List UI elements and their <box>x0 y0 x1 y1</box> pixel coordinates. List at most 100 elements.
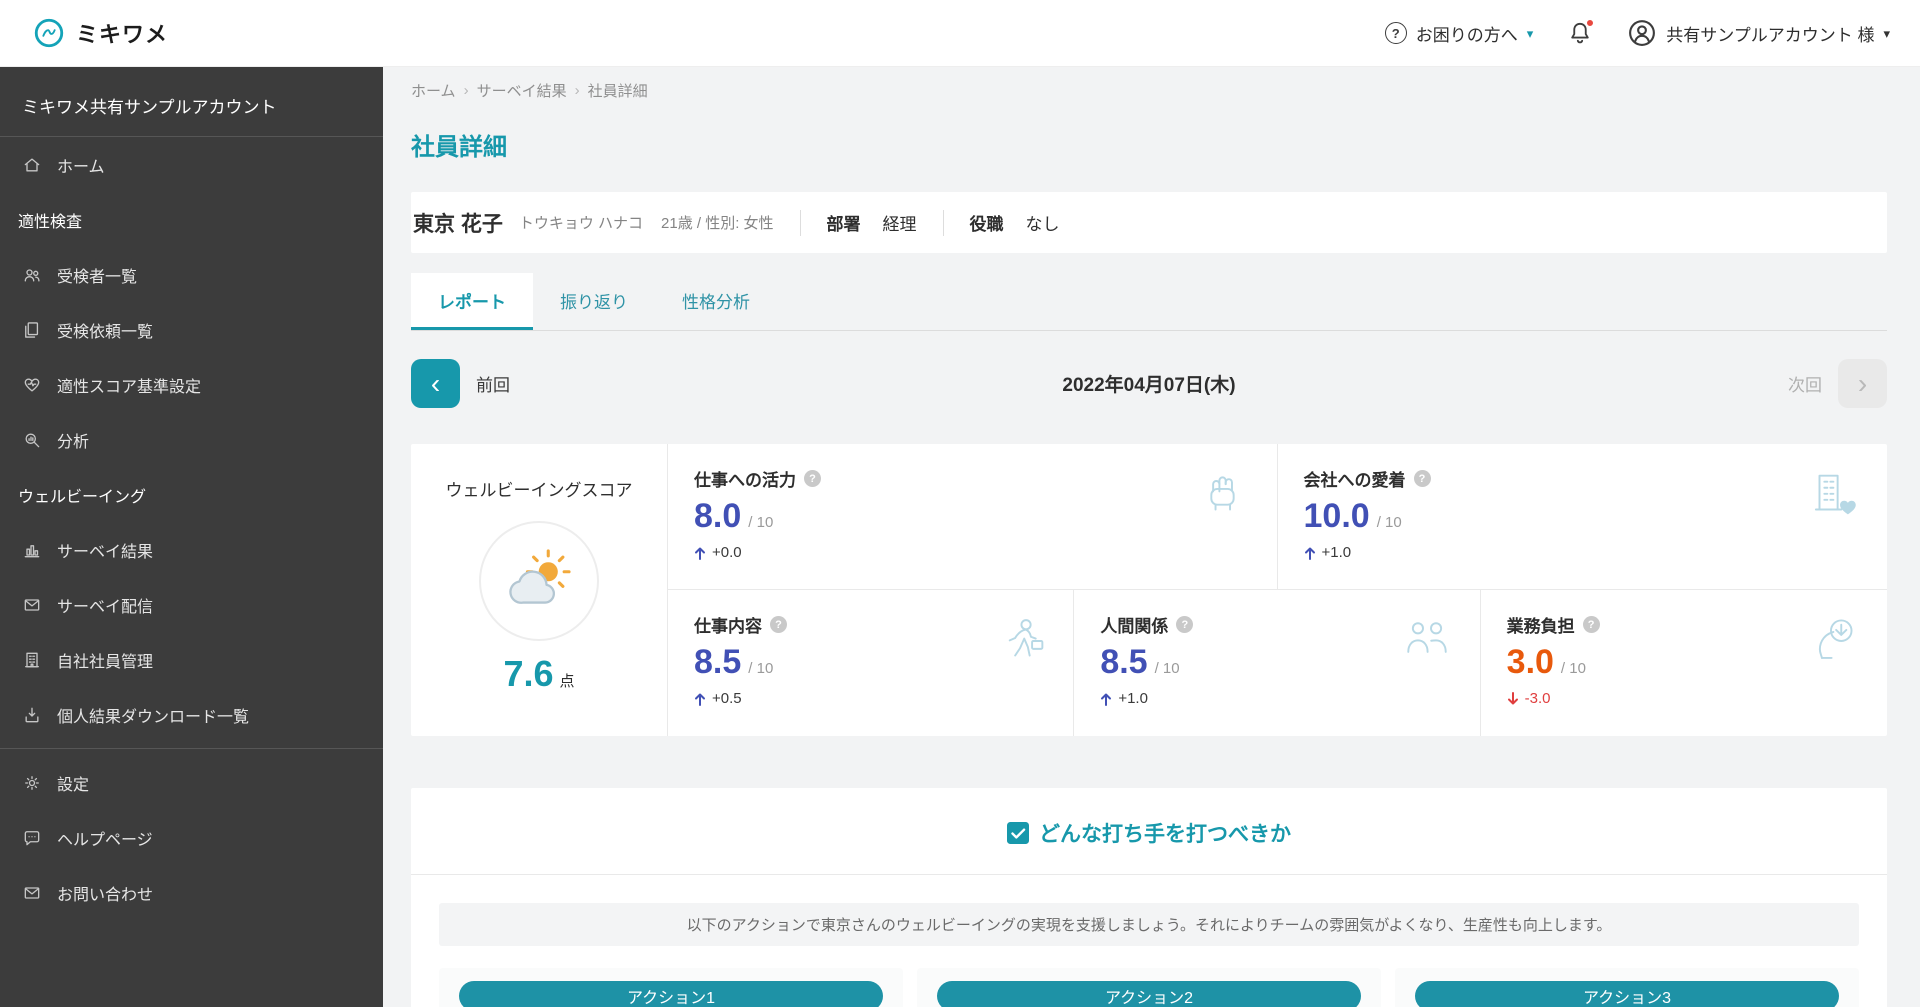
help-question-icon: ? <box>1384 22 1407 44</box>
heart-pulse-icon <box>24 378 40 391</box>
wellbeing-total-panel: ウェルビーイングスコア 7.6 点 <box>411 444 668 736</box>
sidebar-item-label: お問い合わせ <box>57 886 154 904</box>
sidebar-account-title: ミキワメ共有サンプルアカウント <box>22 98 277 117</box>
next-survey-button[interactable]: › <box>1838 359 1887 408</box>
user-icon <box>1629 20 1656 46</box>
sidebar: ミキワメ共有サンプルアカウント ホーム 適性検査 受検者一覧 受検依頼一覧 適性… <box>0 67 383 1007</box>
documents-icon <box>25 321 39 338</box>
metric-max: / 10 <box>1376 514 1402 531</box>
magnifier-chart-icon <box>25 433 40 447</box>
wellbeing-score-card: ウェルビーイングスコア 7.6 点 仕事への活力 ? 8.0 / 10 +0.0… <box>411 444 1887 736</box>
account-caret-down-icon: ▾ <box>1883 25 1890 41</box>
logo[interactable]: ミキワメ <box>32 16 168 50</box>
help-tooltip-icon[interactable]: ? <box>770 616 787 633</box>
action-card-3: アクション3 他部署との連携やいつもと違う仕事にアサインしてみまし <box>1395 968 1859 1007</box>
tab-personality-analysis[interactable]: 性格分析 <box>655 273 777 330</box>
sidebar-item-score-settings[interactable]: 適性スコア基準設定 <box>0 357 383 412</box>
sidebar-item-label: ヘルプページ <box>57 831 153 849</box>
sidebar-item-label: ホーム <box>57 158 105 176</box>
metric-value: 10.0 <box>1303 497 1370 535</box>
bar-chart-icon <box>24 544 40 557</box>
metric-value: 8.5 <box>694 643 742 681</box>
page-title: 社員詳細 <box>411 134 507 161</box>
position-label: 役職 <box>969 215 1004 234</box>
department-label: 部署 <box>826 215 861 234</box>
vertical-divider <box>799 209 801 236</box>
employee-info-bar: 東京 花子 トウキョウ ハナコ 21歳 / 性別: 女性 部署 経理 役職 なし <box>411 192 1887 253</box>
tab-review[interactable]: 振り返り <box>533 273 655 330</box>
employee-age-gender: 21歳 / 性別: 女性 <box>661 215 774 232</box>
tab-report[interactable]: レポート <box>411 273 533 330</box>
checkbox-check-icon <box>1007 822 1029 844</box>
sidebar-item-label: 受検依頼一覧 <box>57 323 154 341</box>
breadcrumb-home[interactable]: ホーム <box>411 80 456 101</box>
help-menu[interactable]: ? お困りの方へ ▾ <box>1384 21 1534 46</box>
sidebar-item-survey-delivery[interactable]: サーベイ配信 <box>0 577 383 632</box>
breadcrumb-current: 社員詳細 <box>587 83 648 100</box>
help-tooltip-icon[interactable]: ? <box>1176 616 1194 633</box>
notification-badge <box>1585 18 1596 28</box>
action-3-badge: アクション3 <box>1415 981 1839 1007</box>
metric-human-relations: 人間関係 ? 8.5 / 10 +1.0 <box>1074 590 1481 736</box>
sidebar-item-home[interactable]: ホーム <box>0 137 383 192</box>
sidebar-item-examinees[interactable]: 受検者一覧 <box>0 247 383 302</box>
building-icon <box>25 652 39 667</box>
fist-icon <box>1209 476 1235 511</box>
help-tooltip-icon[interactable]: ? <box>1413 470 1431 487</box>
sidebar-item-label: 受検者一覧 <box>57 268 138 286</box>
prev-survey-button[interactable]: ‹ <box>411 359 460 408</box>
breadcrumb-survey-results[interactable]: サーベイ結果 <box>477 80 567 101</box>
department-value: 経理 <box>882 215 917 234</box>
metric-value: 8.0 <box>694 497 742 535</box>
sidebar-divider <box>0 748 383 749</box>
wellbeing-score-value: 7.6 <box>503 653 554 694</box>
sidebar-item-employee-management[interactable]: 自社社員管理 <box>0 632 383 687</box>
top-header: ミキワメ ? お困りの方へ ▾ 共有サンプルアカウント 様 ▾ <box>0 0 1920 67</box>
metric-label: 会社への愛着 <box>1303 471 1406 490</box>
advice-title: どんな打ち手を打つべきか <box>1039 823 1291 846</box>
metric-max: / 10 <box>1154 660 1180 677</box>
chevron-left-icon: ‹ <box>430 367 441 399</box>
metric-value: 3.0 <box>1506 643 1554 681</box>
sidebar-item-settings[interactable]: 設定 <box>0 755 383 810</box>
head-arrow-down-icon <box>1818 619 1853 659</box>
up-arrow-icon <box>695 547 705 560</box>
mail-icon <box>24 598 40 611</box>
metric-delta: +1.0 <box>1118 690 1148 707</box>
sidebar-item-label: 設定 <box>57 776 90 794</box>
account-menu[interactable]: 共有サンプルアカウント 様 ▾ <box>1627 18 1890 48</box>
sidebar-item-help[interactable]: ヘルプページ <box>0 810 383 865</box>
sidebar-item-label: サーベイ配信 <box>57 598 154 616</box>
actions-row: アクション1 考えすぎるよりも、やりながら考えられるような環境を提 アクション2… <box>439 968 1859 1007</box>
help-tooltip-icon[interactable]: ? <box>804 470 821 487</box>
sidebar-item-label: 自社社員管理 <box>57 653 154 671</box>
building-heart-icon <box>1814 474 1856 515</box>
sidebar-section-wellbeing: ウェルビーイング <box>18 488 147 506</box>
sidebar-item-exam-requests[interactable]: 受検依頼一覧 <box>0 302 383 357</box>
sidebar-item-survey-results[interactable]: サーベイ結果 <box>0 522 383 577</box>
metric-max: / 10 <box>748 514 774 531</box>
metric-delta: +1.0 <box>1321 544 1352 561</box>
breadcrumb-separator-icon: › <box>574 82 580 99</box>
sidebar-item-contact[interactable]: お問い合わせ <box>0 865 383 920</box>
metric-delta: +0.5 <box>712 690 742 707</box>
survey-date: 2022年04月07日(木) <box>1062 375 1236 396</box>
help-tooltip-icon[interactable]: ? <box>1582 616 1600 633</box>
wellbeing-score-label: ウェルビーイングスコア <box>445 481 633 500</box>
account-label: 共有サンプルアカウント 様 <box>1666 25 1875 45</box>
metric-company-attachment: 会社への愛着 ? 10.0 / 10 +1.0 <box>1277 444 1887 590</box>
main-content: ホーム › サーベイ結果 › 社員詳細 社員詳細 東京 花子 トウキョウ ハナコ… <box>383 0 1920 1007</box>
up-arrow-icon <box>695 693 705 706</box>
sidebar-item-personal-downloads[interactable]: 個人結果ダウンロード一覧 <box>0 687 383 742</box>
metric-delta: -3.0 <box>1524 690 1551 707</box>
help-caret-down-icon: ▾ <box>1526 25 1534 41</box>
metric-max: / 10 <box>1560 660 1586 677</box>
metric-job-content: 仕事内容 ? 8.5 / 10 +0.5 <box>668 590 1075 736</box>
logo-text: ミキワメ <box>76 22 169 47</box>
metric-max: / 10 <box>748 660 774 677</box>
notifications-button[interactable] <box>1567 18 1596 46</box>
position-value: なし <box>1025 215 1060 234</box>
metric-value: 8.5 <box>1100 643 1148 681</box>
metric-delta: +0.0 <box>712 544 742 561</box>
sidebar-item-analysis[interactable]: 分析 <box>0 412 383 467</box>
